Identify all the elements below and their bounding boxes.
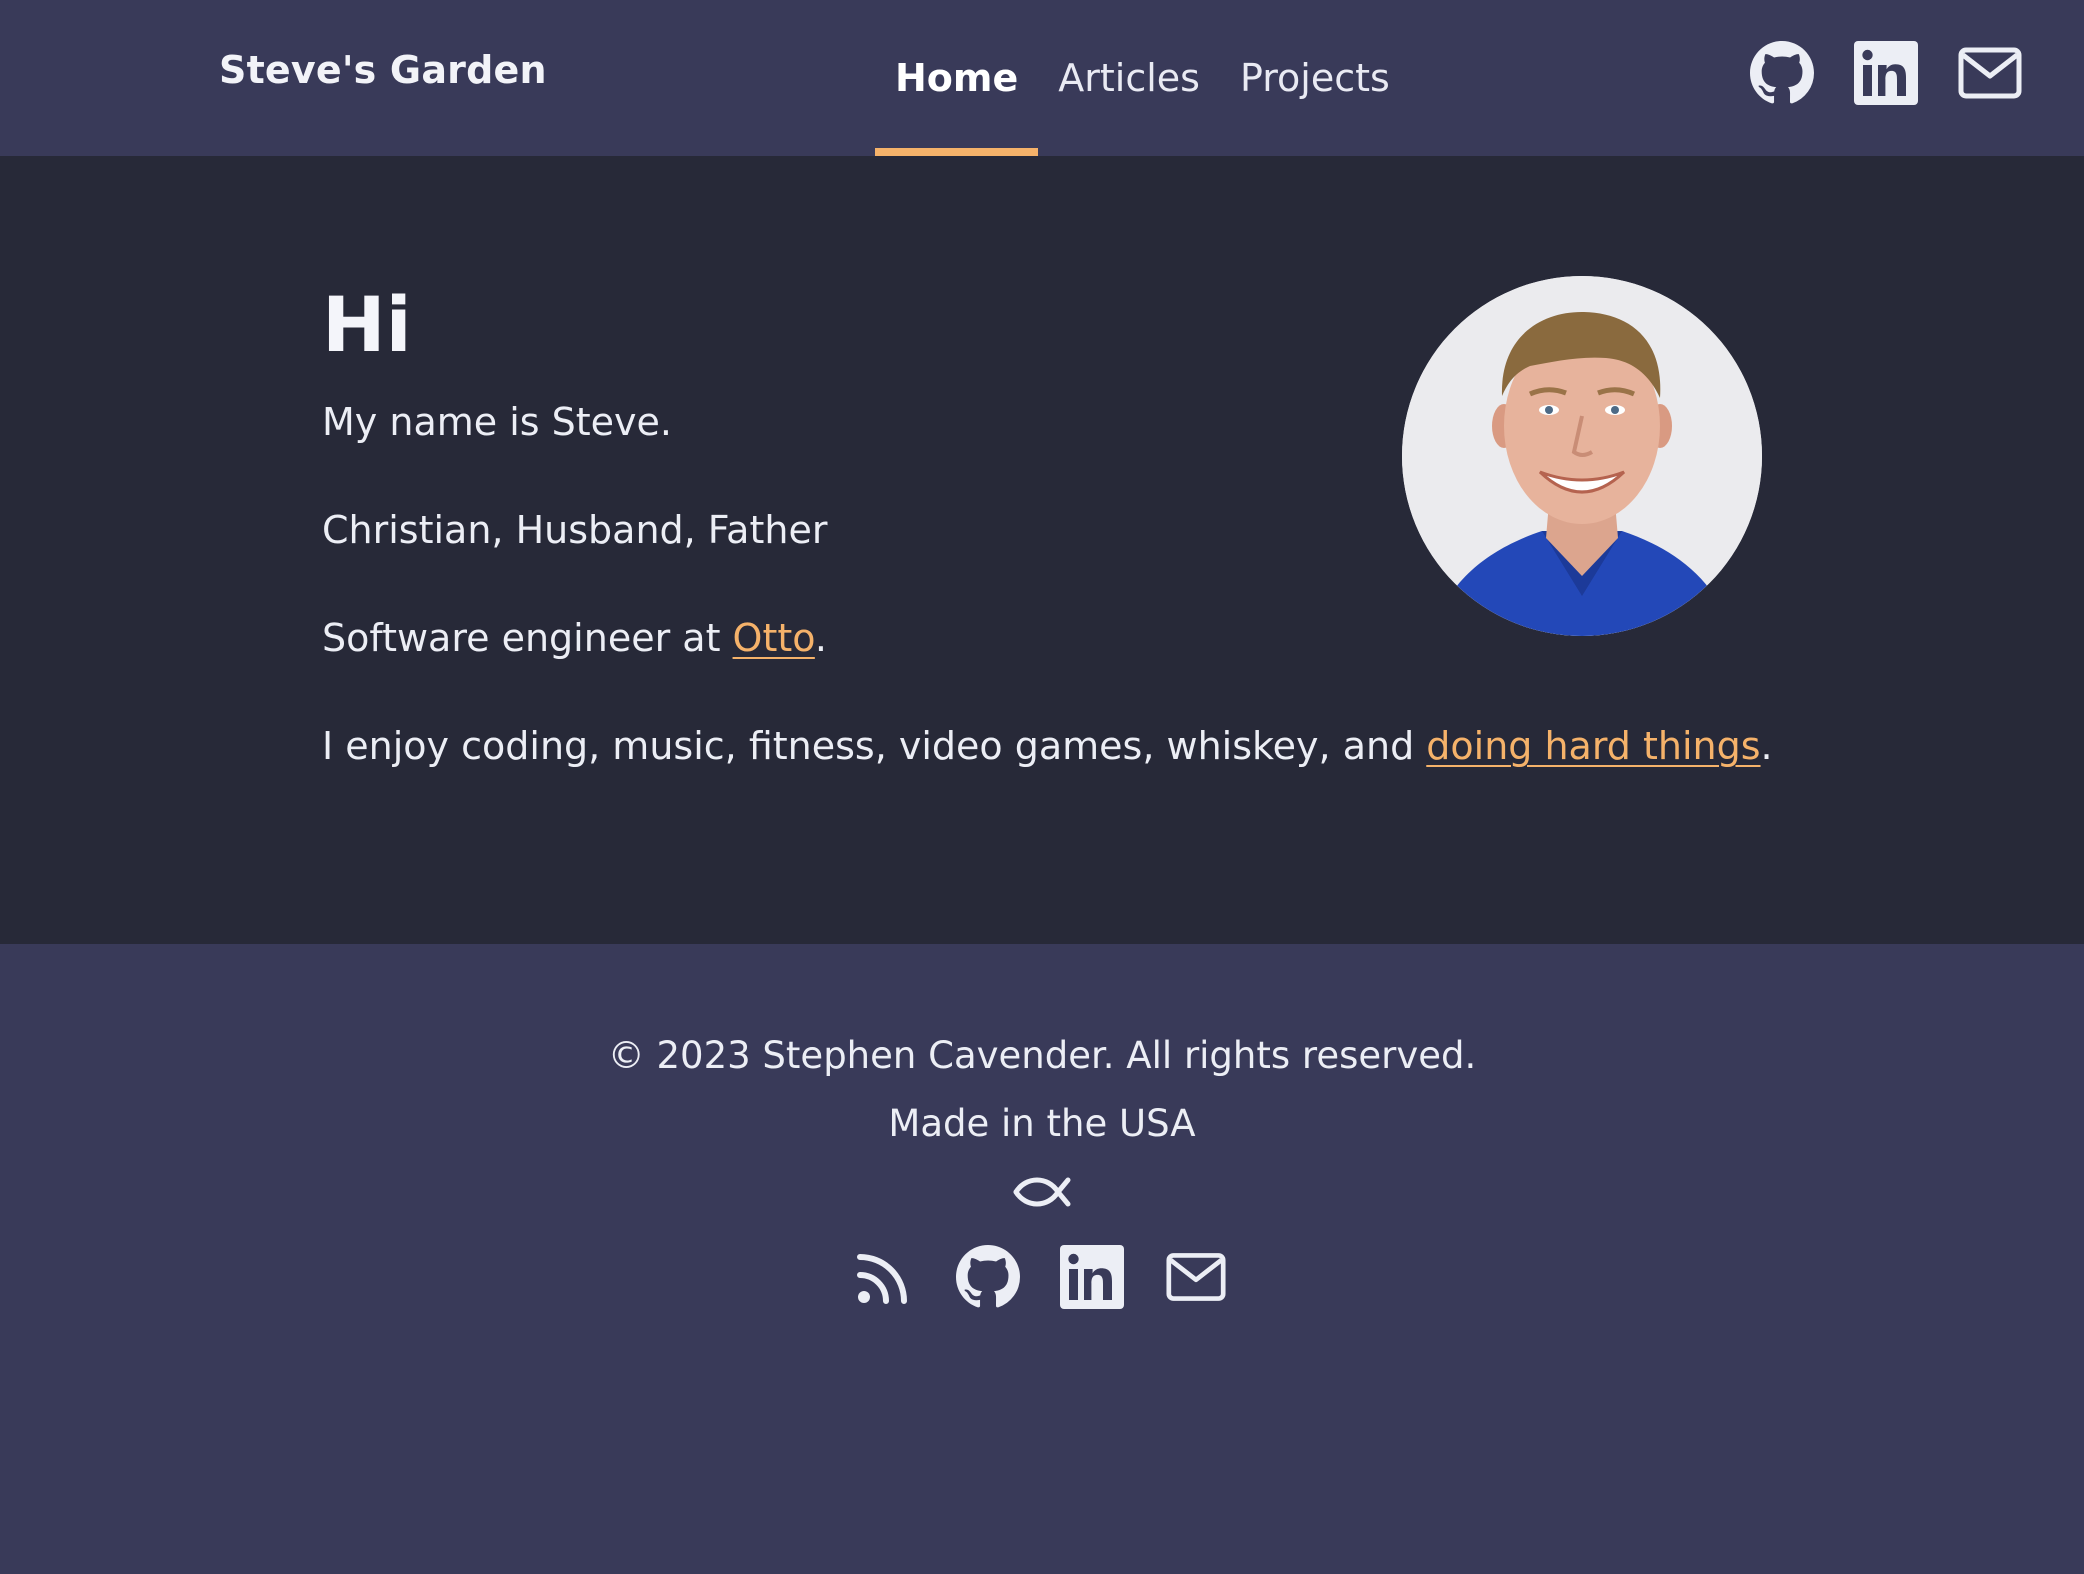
linkedin-icon[interactable]: [1060, 1244, 1124, 1310]
copyright-text: © 2023 Stephen Cavender. All rights rese…: [607, 1034, 1477, 1077]
page-title: Hi: [322, 280, 412, 369]
mail-icon[interactable]: [1958, 40, 2022, 106]
github-icon[interactable]: [1750, 40, 1814, 106]
main-content: Hi My name is Steve. Christian, Husband,…: [0, 156, 2084, 944]
nav-articles[interactable]: Articles: [1038, 0, 1220, 156]
nav-projects[interactable]: Projects: [1220, 0, 1410, 156]
mail-icon[interactable]: [1164, 1244, 1228, 1310]
ichthys-icon: [1013, 1177, 1071, 1207]
intro-hobbies: I enjoy coding, music, fitness, video ga…: [322, 724, 1773, 768]
made-in-text: Made in the USA: [888, 1102, 1196, 1145]
hobbies-prefix: I enjoy coding, music, fitness, video ga…: [322, 724, 1427, 768]
site-header: Steve's Garden Home Articles Projects: [0, 0, 2084, 156]
header-social-links: [1750, 40, 2022, 106]
profile-photo: [1402, 276, 1762, 636]
job-prefix: Software engineer at: [322, 616, 733, 660]
site-footer: © 2023 Stephen Cavender. All rights rese…: [0, 944, 2084, 1574]
github-icon[interactable]: [956, 1244, 1020, 1310]
rss-icon[interactable]: [852, 1244, 916, 1310]
linkedin-icon[interactable]: [1854, 40, 1918, 106]
nav-home[interactable]: Home: [875, 0, 1039, 156]
intro-name: My name is Steve.: [322, 400, 672, 444]
intro-job: Software engineer at Otto.: [322, 616, 827, 660]
hard-things-link[interactable]: doing hard things: [1426, 724, 1760, 768]
job-suffix: .: [814, 616, 827, 660]
footer-social-links: [852, 1244, 1228, 1310]
main-nav: Home Articles Projects: [875, 0, 1410, 156]
site-brand[interactable]: Steve's Garden: [219, 48, 547, 92]
otto-link[interactable]: Otto: [733, 616, 815, 660]
intro-roles: Christian, Husband, Father: [322, 508, 828, 552]
hobbies-suffix: .: [1760, 724, 1773, 768]
